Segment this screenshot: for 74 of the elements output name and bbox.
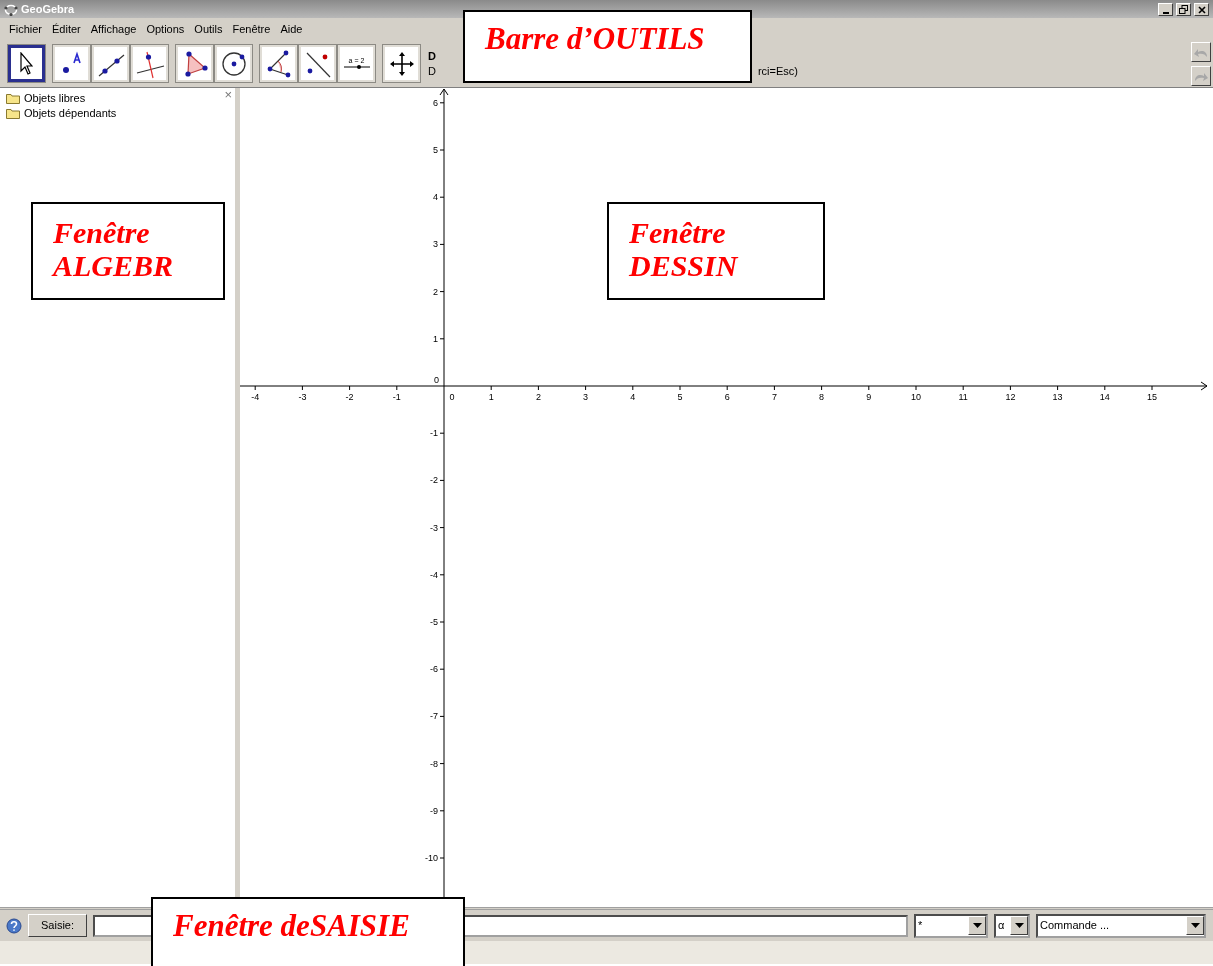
restore-icon — [1179, 5, 1188, 15]
axis-label: -5 — [430, 617, 438, 627]
axis-label: 1 — [488, 392, 494, 402]
folder-icon — [6, 108, 20, 119]
axis-label: 6 — [433, 97, 438, 108]
axis-label: -10 — [425, 853, 438, 863]
pointer-icon — [20, 52, 33, 75]
close-button[interactable] — [1194, 2, 1209, 16]
menu-item[interactable]: Options — [141, 20, 190, 38]
axis-label: 1 — [433, 333, 438, 344]
menu-item[interactable]: Outils — [189, 20, 228, 38]
axis-label: -2 — [345, 392, 354, 402]
axis-label: 5 — [433, 145, 438, 155]
axis-label: -8 — [430, 758, 438, 769]
axis-label: 9 — [866, 392, 872, 402]
axis-label: 10 — [911, 392, 921, 402]
axis-label: 2 — [535, 392, 541, 402]
input-label-button[interactable]: Saisie: — [28, 914, 88, 937]
axis-label: 3 — [433, 239, 438, 250]
folder-label[interactable]: Objets libres — [24, 90, 86, 107]
dropdown-arrow-icon — [1190, 923, 1200, 928]
annotation-text: Fenêtre DESSIN — [629, 216, 740, 282]
help-icon[interactable] — [6, 917, 22, 934]
annotation-text: Fenêtre ALGEBR — [53, 216, 175, 282]
slider-icon — [342, 64, 371, 70]
dropdown-arrow-icon — [972, 923, 982, 928]
symbol-dropdown[interactable]: * — [914, 913, 989, 938]
restore-button[interactable] — [1176, 2, 1191, 16]
axis-label: 12 — [1005, 392, 1016, 402]
dropdown-arrow-icon — [1014, 923, 1024, 928]
axis-label: 3 — [583, 392, 589, 402]
axis-label: -7 — [430, 711, 438, 722]
axis-label: 4 — [433, 192, 438, 203]
menu-item[interactable]: Affichage — [85, 20, 142, 38]
tool-help: D — [428, 63, 436, 79]
tool-button[interactable] — [8, 45, 45, 82]
axis-label: 15 — [1147, 392, 1157, 402]
axis-label: 4 — [630, 392, 636, 402]
annotation-text: Fenêtre deSAISIE — [173, 909, 410, 944]
close-button[interactable]: × — [224, 88, 232, 101]
folder-label[interactable]: Objets dépendants — [24, 105, 117, 122]
axis-label: -1 — [392, 392, 401, 402]
axis-label: -4 — [430, 569, 438, 580]
axis-label: 14 — [1099, 392, 1110, 402]
axis-label: 11 — [958, 392, 968, 402]
greek-letter-dropdown[interactable]: α — [994, 913, 1031, 938]
axis-label: 8 — [819, 392, 825, 402]
menu-item[interactable]: Aide — [275, 20, 308, 38]
axis-label: 6 — [724, 392, 730, 402]
tool-name: D — [428, 48, 436, 64]
axis-label: -4 — [251, 392, 260, 402]
axis-label: -3 — [298, 392, 307, 402]
tool-help: rci=Esc) — [757, 63, 798, 79]
axis-label: 5 — [677, 392, 683, 402]
window-title: GeoGebra — [21, 1, 75, 17]
minimize-icon — [1162, 11, 1169, 14]
annotation-text: Barre d’OUTILS — [485, 22, 705, 57]
command-dropdown[interactable]: Commande ... — [1036, 913, 1207, 938]
axis-label: 13 — [1052, 392, 1063, 402]
axis-label: 7 — [771, 392, 777, 402]
minimize-button[interactable] — [1158, 2, 1173, 16]
axis-label: -6 — [430, 664, 438, 675]
axis-label: 0 — [449, 392, 455, 402]
axis-label: -2 — [430, 475, 438, 486]
menu-item[interactable]: Éditer — [47, 20, 86, 38]
axis-label: -3 — [430, 522, 438, 533]
folder-icon — [6, 93, 20, 104]
axis-label: -1 — [430, 428, 438, 439]
close-icon — [1197, 5, 1206, 14]
axis-label: -9 — [430, 805, 438, 816]
menu-item[interactable]: Fichier — [4, 20, 47, 38]
axis-label: 2 — [433, 286, 438, 297]
menu-item[interactable]: Fenêtre — [227, 20, 276, 38]
axis-label: 0 — [434, 375, 439, 385]
